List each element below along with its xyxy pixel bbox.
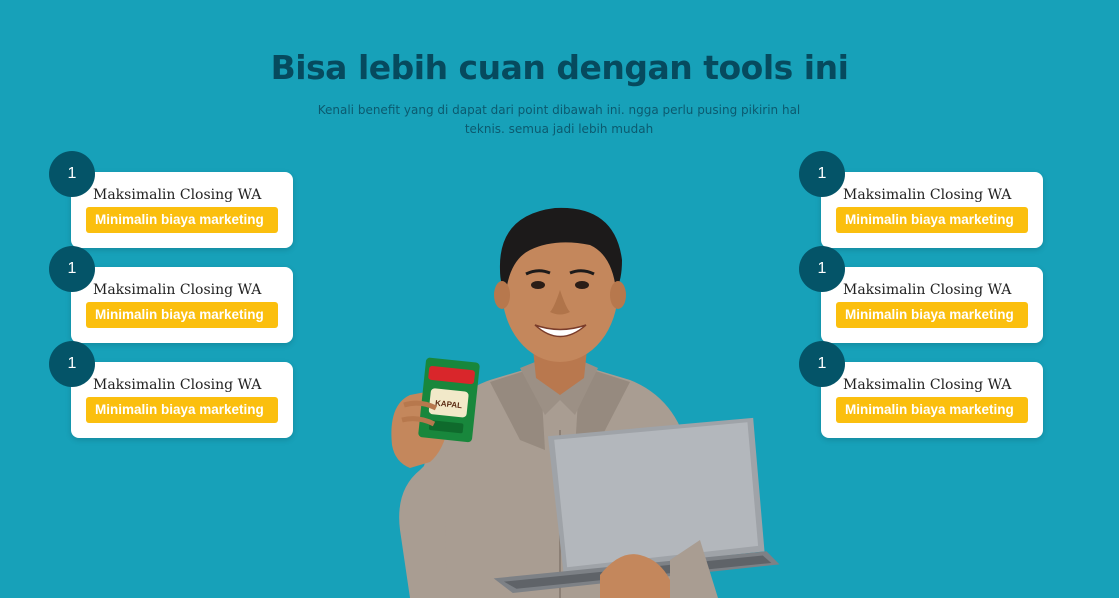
feature-card-badge: Minimalin biaya marketing bbox=[836, 302, 1028, 328]
feature-card-badge: Minimalin biaya marketing bbox=[86, 302, 278, 328]
feature-card-badge: Minimalin biaya marketing bbox=[836, 397, 1028, 423]
section-subtitle: Kenali benefit yang di dapat dari point … bbox=[317, 103, 801, 136]
feature-number-badge: 1 bbox=[49, 151, 95, 197]
section-title: Bisa lebih cuan dengan tools ini bbox=[270, 48, 849, 87]
feature-number-badge: 1 bbox=[799, 246, 845, 292]
feature-card-right-2: Maksimalin Closing WA Minimalin biaya ma… bbox=[821, 267, 1043, 343]
hero-person-image: KAPAL bbox=[391, 207, 780, 598]
feature-card-title: Maksimalin Closing WA bbox=[93, 377, 262, 393]
feature-card-left-3: Maksimalin Closing WA Minimalin biaya ma… bbox=[71, 362, 293, 438]
feature-card-title: Maksimalin Closing WA bbox=[843, 187, 1012, 203]
feature-card-title: Maksimalin Closing WA bbox=[93, 282, 262, 298]
feature-card-left-2: Maksimalin Closing WA Minimalin biaya ma… bbox=[71, 267, 293, 343]
feature-card-right-1: Maksimalin Closing WA Minimalin biaya ma… bbox=[821, 172, 1043, 248]
feature-card-badge: Minimalin biaya marketing bbox=[836, 207, 1028, 233]
feature-card-right-3: Maksimalin Closing WA Minimalin biaya ma… bbox=[821, 362, 1043, 438]
feature-card-badge: Minimalin biaya marketing bbox=[86, 207, 278, 233]
feature-card-left-1: Maksimalin Closing WA Minimalin biaya ma… bbox=[71, 172, 293, 248]
feature-card-title: Maksimalin Closing WA bbox=[843, 282, 1012, 298]
feature-card-title: Maksimalin Closing WA bbox=[843, 377, 1012, 393]
feature-number-badge: 1 bbox=[49, 341, 95, 387]
feature-card-title: Maksimalin Closing WA bbox=[93, 187, 262, 203]
feature-number-badge: 1 bbox=[799, 151, 845, 197]
feature-number-badge: 1 bbox=[49, 246, 95, 292]
feature-number-badge: 1 bbox=[799, 341, 845, 387]
feature-card-badge: Minimalin biaya marketing bbox=[86, 397, 278, 423]
